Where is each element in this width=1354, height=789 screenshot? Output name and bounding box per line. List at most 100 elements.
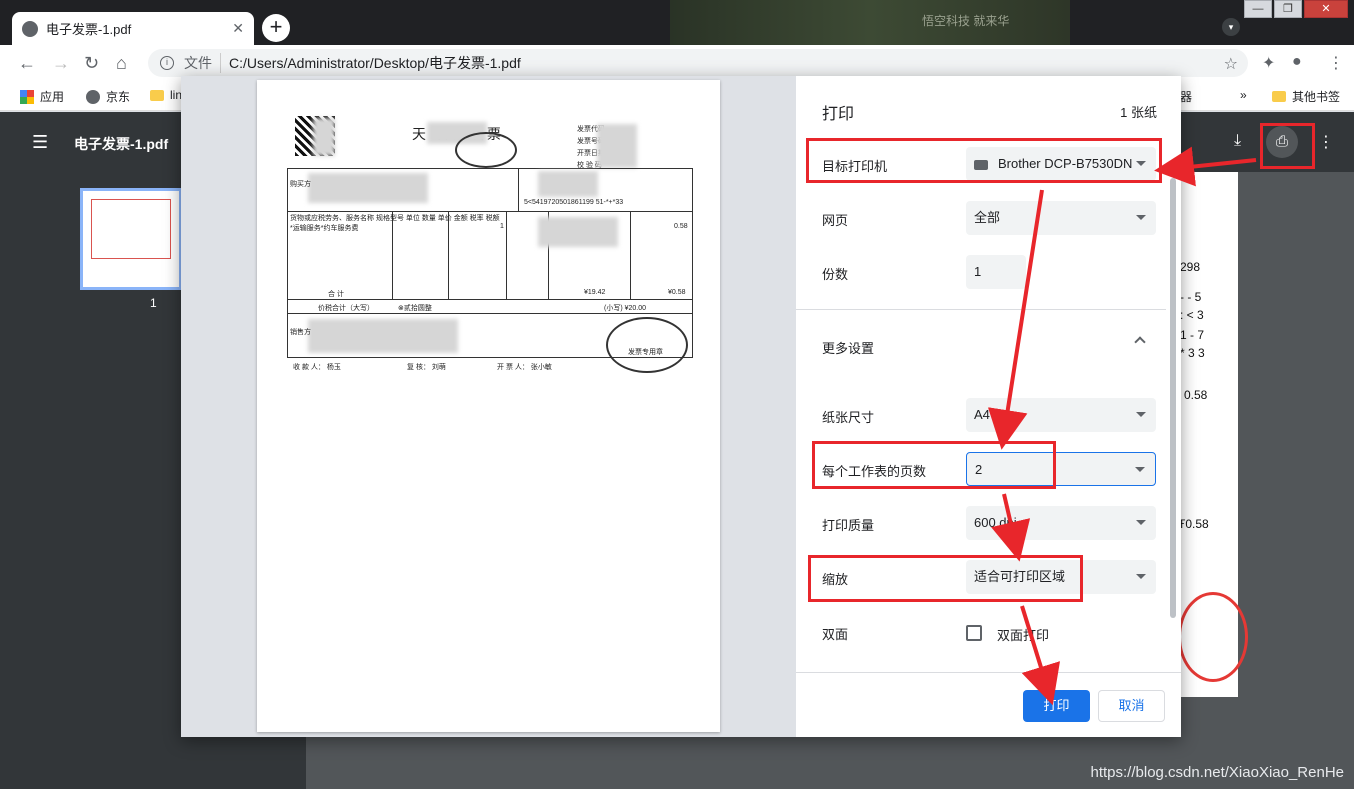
settings-scrollbar[interactable] xyxy=(1168,142,1178,672)
chevron-down-icon xyxy=(1136,412,1146,417)
invoice-item: *运输服务*约车服务费 xyxy=(290,225,359,232)
copies-input[interactable]: 1 xyxy=(966,255,1026,289)
paper-size-label: 纸张尺寸 xyxy=(822,410,875,425)
invoice-header-row: 货物或应税劳务、服务名称 规格型号 单位 数量 单价 金额 税率 税额 xyxy=(290,215,500,222)
sheet-count: 1 张纸 xyxy=(1120,105,1157,120)
cancel-button[interactable]: 取消 xyxy=(1098,690,1165,722)
bg-text: 298 xyxy=(1180,260,1201,274)
bg-text: 1 - 7 xyxy=(1180,328,1205,342)
quality-select[interactable]: 600 dpi xyxy=(966,506,1156,540)
chevron-down-icon xyxy=(1136,215,1146,220)
print-preview-area: 天 普通发票 发票代码 发票号码 开票日期 校 验 码 货物或应税劳务、服务名称… xyxy=(181,76,796,737)
bg-text: 0.58 xyxy=(1184,388,1208,402)
copies-label: 份数 xyxy=(822,267,849,282)
download-icon[interactable]: ⤓ xyxy=(1234,132,1241,150)
duplex-checkbox-label[interactable]: 双面打印 xyxy=(997,625,1049,644)
home-icon[interactable]: ⌂ xyxy=(116,53,127,74)
annotation-print-icon-box xyxy=(1260,123,1315,169)
bg-text: * 3 3 xyxy=(1180,346,1205,360)
close-window-button[interactable]: ✕ xyxy=(1304,0,1348,18)
maximize-button[interactable]: ❐ xyxy=(1274,0,1302,18)
bookmarks-overflow-icon[interactable]: » xyxy=(1240,88,1247,102)
annotation-scale-box xyxy=(808,555,1083,602)
more-options-icon[interactable]: ⋮ xyxy=(1318,132,1334,152)
bookmark-jd[interactable]: 京东 xyxy=(86,88,130,105)
duplex-label: 双面 xyxy=(822,627,849,642)
browser-tab[interactable]: 电子发票-1.pdf ✕ xyxy=(12,12,254,45)
thumbnail-page-number: 1 xyxy=(150,296,157,310)
tab-search-icon[interactable]: ▾ xyxy=(1222,18,1240,36)
invoice-tax-total: ¥0.58 xyxy=(668,289,686,296)
invoice-stamp-text: 发票专用章 xyxy=(628,349,663,356)
invoice-tax-sum-label: 价税合计（大写） xyxy=(318,305,374,312)
forward-icon[interactable]: → xyxy=(52,53,70,74)
chevron-down-icon xyxy=(1135,467,1145,472)
bookmark-label: 应用 xyxy=(40,90,65,104)
blurred-tab-text: 悟空科技 就来华 xyxy=(922,14,1010,28)
bookmark-folder[interactable]: lin xyxy=(150,88,182,102)
pages-value: 全部 xyxy=(974,210,1001,225)
info-icon[interactable]: i xyxy=(160,56,174,70)
folder-icon xyxy=(150,89,164,101)
more-settings-label[interactable]: 更多设置 xyxy=(822,338,874,357)
chevron-up-icon[interactable] xyxy=(1134,336,1146,348)
invoice-qty: 1 xyxy=(500,223,504,230)
bookmark-label: 京东 xyxy=(106,90,131,104)
preview-page: 天 普通发票 发票代码 发票号码 开票日期 校 验 码 货物或应税劳务、服务名称… xyxy=(257,80,720,732)
stamp-seal xyxy=(1178,592,1248,682)
invoice-buyer-label: 购买方 xyxy=(290,181,311,188)
invoice-top-seal xyxy=(455,132,517,168)
hamburger-menu-icon[interactable]: ☰ xyxy=(32,132,48,153)
pdf-file-name: 电子发票-1.pdf xyxy=(74,136,169,152)
tab-strip: 悟空科技 就来华 电子发票-1.pdf ✕ + ▾ — ❐ ✕ xyxy=(0,0,1354,45)
dialog-footer: 打印 取消 xyxy=(796,672,1181,737)
jd-icon xyxy=(86,89,100,104)
bg-text: - - 5 xyxy=(1180,290,1202,304)
bookmark-star-icon[interactable]: ☆ xyxy=(1224,54,1238,74)
folder-icon xyxy=(1272,91,1286,102)
globe-icon xyxy=(22,20,38,37)
blurred-background: 悟空科技 就来华 xyxy=(670,0,1070,45)
invoice-code-row: 5<5419720501861199 51-*+*33 xyxy=(524,199,624,206)
bg-text: Ŧ0.58 xyxy=(1178,517,1209,531)
print-dialog-title: 打印 xyxy=(822,106,855,123)
invoice-total-lower: (小写) ¥20.00 xyxy=(604,305,647,312)
annotation-pages-per-sheet-box xyxy=(812,441,1056,489)
chevron-down-icon xyxy=(1136,520,1146,525)
address-bar[interactable]: i 文件 C:/Users/Administrator/Desktop/电子发票… xyxy=(148,49,1248,77)
minimize-button[interactable]: — xyxy=(1244,0,1272,18)
new-tab-button[interactable]: + xyxy=(262,14,290,42)
apps-grid-icon xyxy=(20,89,34,104)
tab-close-icon[interactable]: ✕ xyxy=(232,20,244,37)
print-button[interactable]: 打印 xyxy=(1023,690,1090,722)
duplex-checkbox[interactable] xyxy=(966,625,982,641)
annotation-destination-box xyxy=(806,138,1162,183)
bookmark-other[interactable]: 其他书签 xyxy=(1272,88,1340,105)
pages-label: 网页 xyxy=(822,213,849,228)
back-icon[interactable]: ← xyxy=(18,53,36,74)
pages-select[interactable]: 全部 xyxy=(966,201,1156,235)
invoice-seller-label: 销售方 xyxy=(290,329,311,336)
watermark: https://blog.csdn.net/XiaoXiao_RenHe xyxy=(1090,764,1345,781)
invoice-drawer: 开 票 人： 张小敏 xyxy=(497,364,552,371)
divider xyxy=(796,309,1166,310)
paper-size-select[interactable]: A4 xyxy=(966,398,1156,432)
invoice-table: 货物或应税劳务、服务名称 规格型号 单位 数量 单价 金额 税率 税额 *运输服… xyxy=(287,168,693,373)
reload-icon[interactable]: ↻ xyxy=(84,53,99,74)
chevron-down-icon xyxy=(1136,574,1146,579)
quality-value: 600 dpi xyxy=(974,515,1017,530)
page-thumbnail[interactable] xyxy=(80,188,182,290)
browser-menu-icon[interactable]: ⋮ xyxy=(1328,53,1344,73)
address-scheme: 文件 xyxy=(184,53,221,73)
bookmark-partial[interactable]: 器 xyxy=(1180,88,1192,105)
invoice-amount-total: ¥19.42 xyxy=(584,289,606,296)
quality-label: 打印质量 xyxy=(822,518,875,533)
bookmark-apps[interactable]: 应用 xyxy=(20,88,64,105)
profile-avatar-icon[interactable]: ● xyxy=(1292,53,1302,71)
bookmark-label: 其他书签 xyxy=(1292,90,1341,104)
invoice-reviewer: 复 核： 刘萌 xyxy=(407,364,446,371)
invoice-sum-label: 合 计 xyxy=(328,291,344,298)
invoice-payee: 收 款 人： 杨玉 xyxy=(293,364,341,371)
address-url[interactable]: C:/Users/Administrator/Desktop/电子发票-1.pd… xyxy=(229,53,521,73)
extensions-icon[interactable]: ✦ xyxy=(1262,53,1275,73)
